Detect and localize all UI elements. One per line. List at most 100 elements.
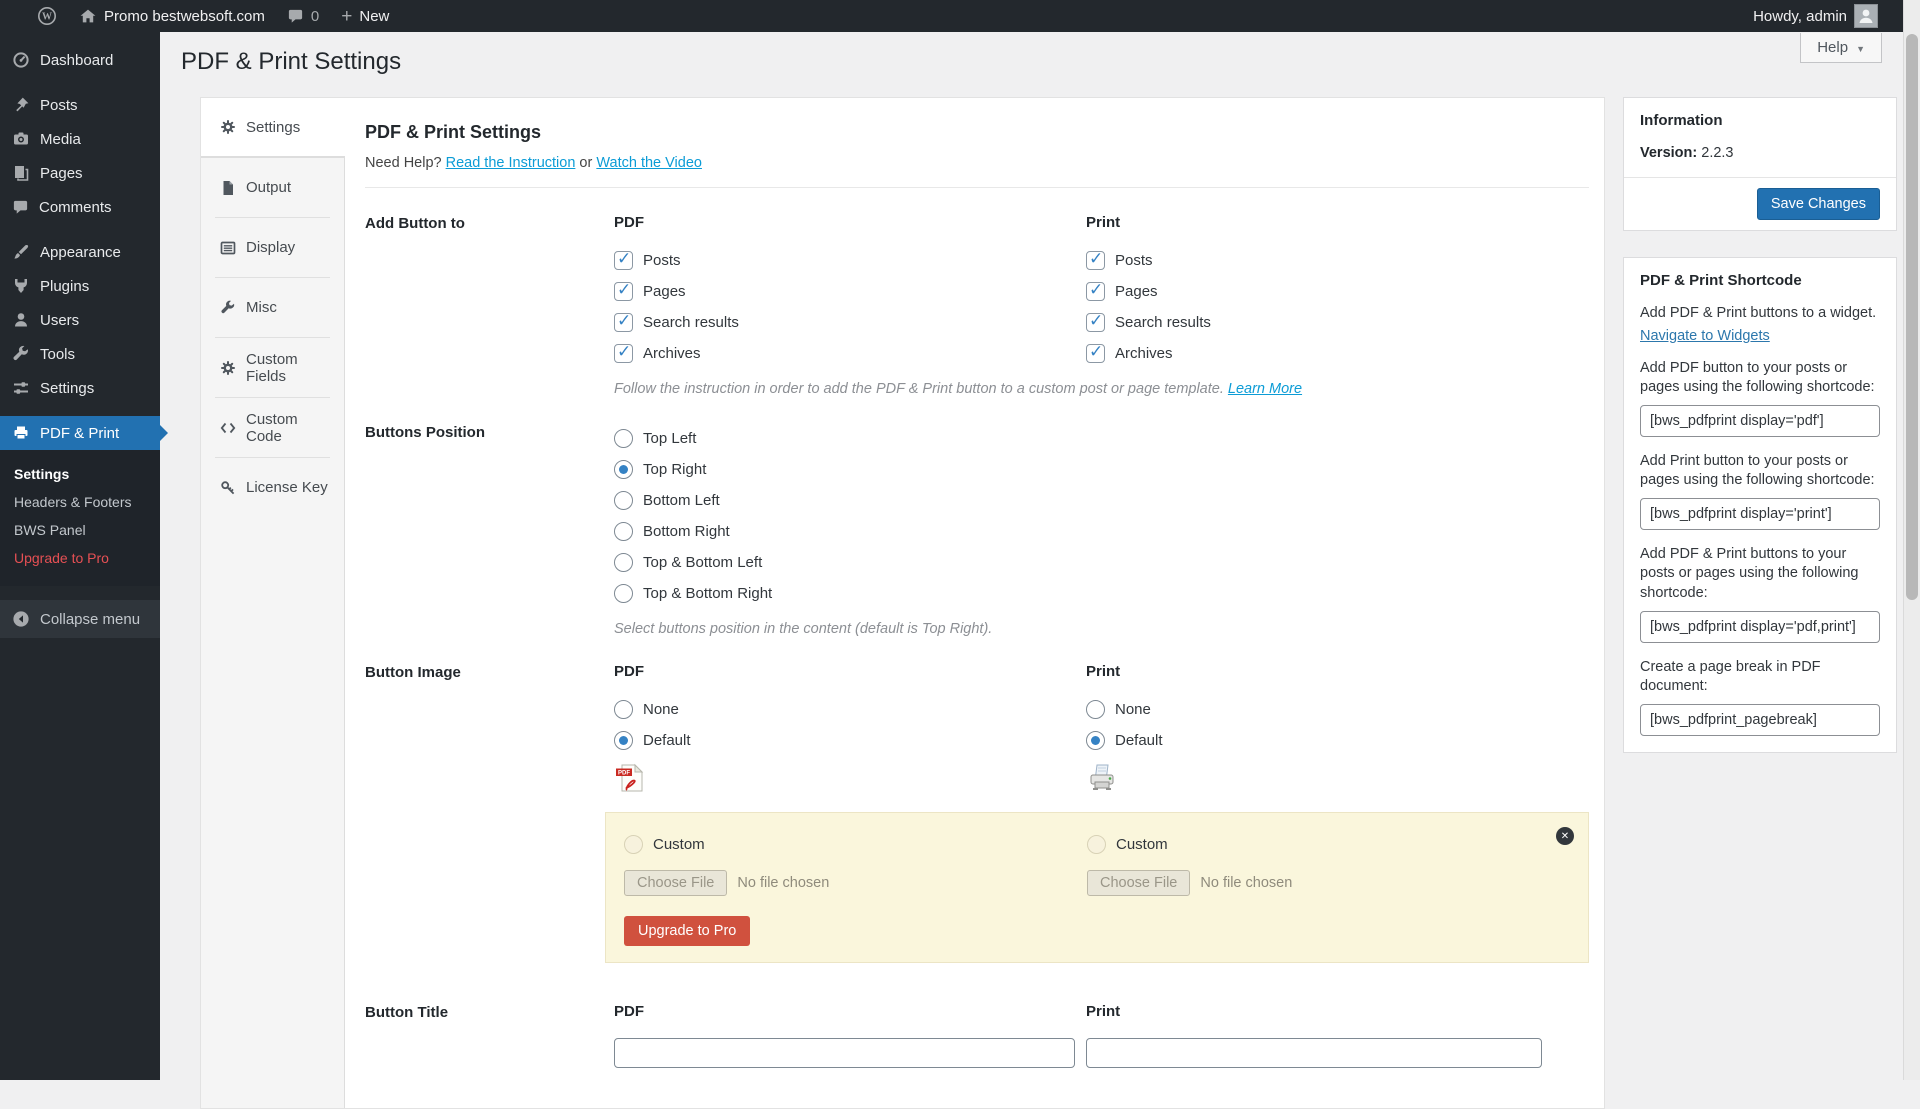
- sidebar-item-tools[interactable]: Tools: [0, 337, 160, 371]
- print-posts-checkbox-row[interactable]: Posts: [1086, 245, 1589, 276]
- sidebar-item-label: PDF & Print: [40, 425, 119, 442]
- radio-unselected[interactable]: [614, 700, 633, 719]
- collapse-menu-button[interactable]: Collapse menu: [0, 600, 160, 638]
- radio-unselected[interactable]: [614, 491, 633, 510]
- sidebar-item-appearance[interactable]: Appearance: [0, 235, 160, 269]
- pdf-image-none-radio-row[interactable]: None: [614, 694, 1086, 725]
- checkbox-checked[interactable]: [1086, 313, 1105, 332]
- pdf-pages-checkbox-row[interactable]: Pages: [614, 276, 1086, 307]
- sidebar-item-pdf-print[interactable]: PDF & Print: [0, 416, 160, 450]
- pdf-image-default-radio-row[interactable]: Default: [614, 725, 1086, 756]
- checkbox-checked[interactable]: [614, 344, 633, 363]
- option-label: None: [643, 701, 679, 718]
- radio-selected[interactable]: [1086, 731, 1105, 750]
- print-archives-checkbox-row[interactable]: Archives: [1086, 338, 1589, 369]
- pdf-search-results-checkbox-row[interactable]: Search results: [614, 307, 1086, 338]
- close-icon[interactable]: [1556, 827, 1574, 845]
- navigate-to-widgets-link[interactable]: Navigate to Widgets: [1640, 328, 1770, 344]
- site-name: Promo bestwebsoft.com: [104, 8, 265, 25]
- pdf-column-header: PDF: [614, 214, 1086, 231]
- settings-tab-column: Settings Output: [201, 98, 345, 1108]
- watch-video-link[interactable]: Watch the Video: [596, 155, 702, 171]
- comments-count: 0: [311, 8, 319, 25]
- radio-unselected[interactable]: [614, 522, 633, 541]
- comments-bubble[interactable]: 0: [276, 0, 330, 32]
- checkbox-checked[interactable]: [614, 282, 633, 301]
- tab-display[interactable]: Display: [201, 218, 344, 277]
- tab-label: Output: [246, 179, 291, 196]
- gear-icon: [220, 360, 236, 376]
- sidebar-item-settings[interactable]: Settings: [0, 371, 160, 405]
- tab-settings[interactable]: Settings: [201, 98, 345, 157]
- scrollbar-thumb[interactable]: [1906, 34, 1918, 600]
- sidebar-item-media[interactable]: Media: [0, 122, 160, 156]
- position-top-left-radio-row[interactable]: Top Left: [614, 423, 1086, 454]
- pdf-posts-checkbox-row[interactable]: Posts: [614, 245, 1086, 276]
- learn-more-link[interactable]: Learn More: [1228, 381, 1302, 397]
- sidebar-item-pages[interactable]: Pages: [0, 156, 160, 190]
- wordpress-logo-icon[interactable]: W: [26, 0, 68, 32]
- print-image-custom-radio-row[interactable]: Custom: [1087, 829, 1570, 860]
- pdf-button-title-input[interactable]: [614, 1038, 1075, 1068]
- position-top-right-radio-row[interactable]: Top Right: [614, 454, 1086, 485]
- checkbox-checked[interactable]: [1086, 282, 1105, 301]
- shortcode-entry-text: Add Print button to your posts or pages …: [1640, 452, 1880, 491]
- checkbox-checked[interactable]: [614, 313, 633, 332]
- new-content-button[interactable]: New: [330, 0, 400, 32]
- checkbox-checked[interactable]: [1086, 344, 1105, 363]
- option-label: Top & Bottom Right: [643, 585, 772, 602]
- submenu-settings[interactable]: Settings: [0, 460, 160, 488]
- radio-selected[interactable]: [614, 460, 633, 479]
- pdf-archives-checkbox-row[interactable]: Archives: [614, 338, 1086, 369]
- position-top-bottom-left-radio-row[interactable]: Top & Bottom Left: [614, 547, 1086, 578]
- position-bottom-right-radio-row[interactable]: Bottom Right: [614, 516, 1086, 547]
- radio-selected[interactable]: [614, 731, 633, 750]
- no-file-chosen-text: No file chosen: [1200, 875, 1292, 891]
- submenu-upgrade-to-pro[interactable]: Upgrade to Pro: [0, 544, 160, 572]
- print-search-results-checkbox-row[interactable]: Search results: [1086, 307, 1589, 338]
- position-bottom-left-radio-row[interactable]: Bottom Left: [614, 485, 1086, 516]
- print-image-default-radio-row[interactable]: Default: [1086, 725, 1589, 756]
- radio-unselected[interactable]: [614, 584, 633, 603]
- tab-misc[interactable]: Misc: [201, 278, 344, 337]
- sidebar-item-users[interactable]: Users: [0, 303, 160, 337]
- shortcode-pdf-input[interactable]: [1640, 405, 1880, 437]
- tab-output[interactable]: Output: [201, 158, 344, 217]
- information-title: Information: [1640, 112, 1880, 129]
- save-changes-button[interactable]: Save Changes: [1757, 188, 1880, 220]
- sidebar-item-plugins[interactable]: Plugins: [0, 269, 160, 303]
- radio-unselected[interactable]: [1086, 700, 1105, 719]
- print-image-none-radio-row[interactable]: None: [1086, 694, 1589, 725]
- checkbox-checked[interactable]: [614, 251, 633, 270]
- help-tab[interactable]: Help: [1800, 33, 1882, 63]
- position-top-bottom-right-radio-row[interactable]: Top & Bottom Right: [614, 578, 1086, 609]
- print-button-title-input[interactable]: [1086, 1038, 1542, 1068]
- checkbox-checked[interactable]: [1086, 251, 1105, 270]
- shortcode-pdf-print-input[interactable]: [1640, 611, 1880, 643]
- pdf-image-custom-radio-row[interactable]: Custom: [624, 829, 1087, 860]
- tab-license-key[interactable]: License Key: [201, 458, 344, 517]
- tab-custom-fields[interactable]: Custom Fields: [201, 338, 344, 397]
- submenu-headers-footers[interactable]: Headers & Footers: [0, 488, 160, 516]
- radio-unselected[interactable]: [614, 553, 633, 572]
- tab-custom-code[interactable]: Custom Code: [201, 398, 344, 457]
- site-name-link[interactable]: Promo bestwebsoft.com: [68, 0, 276, 32]
- choose-file-button[interactable]: Choose File: [1087, 870, 1190, 896]
- submenu-bws-panel[interactable]: BWS Panel: [0, 516, 160, 544]
- shortcode-print-input[interactable]: [1640, 498, 1880, 530]
- sidebar-item-posts[interactable]: Posts: [0, 88, 160, 122]
- howdy-account-menu[interactable]: Howdy, admin: [1742, 0, 1889, 32]
- radio-unselected[interactable]: [614, 429, 633, 448]
- sidebar-item-comments[interactable]: Comments: [0, 190, 160, 224]
- scrollbar-track[interactable]: [1903, 0, 1920, 1080]
- option-label: Posts: [1115, 252, 1153, 269]
- read-instruction-link[interactable]: Read the Instruction: [446, 155, 576, 171]
- position-note: Select buttons position in the content (…: [614, 621, 1589, 637]
- gear-icon: [220, 119, 236, 135]
- sidebar-item-dashboard[interactable]: Dashboard: [0, 43, 160, 77]
- print-pages-checkbox-row[interactable]: Pages: [1086, 276, 1589, 307]
- upgrade-to-pro-button[interactable]: Upgrade to Pro: [624, 916, 750, 946]
- choose-file-button[interactable]: Choose File: [624, 870, 727, 896]
- sidebar-item-label: Settings: [40, 380, 94, 397]
- shortcode-pagebreak-input[interactable]: [1640, 704, 1880, 736]
